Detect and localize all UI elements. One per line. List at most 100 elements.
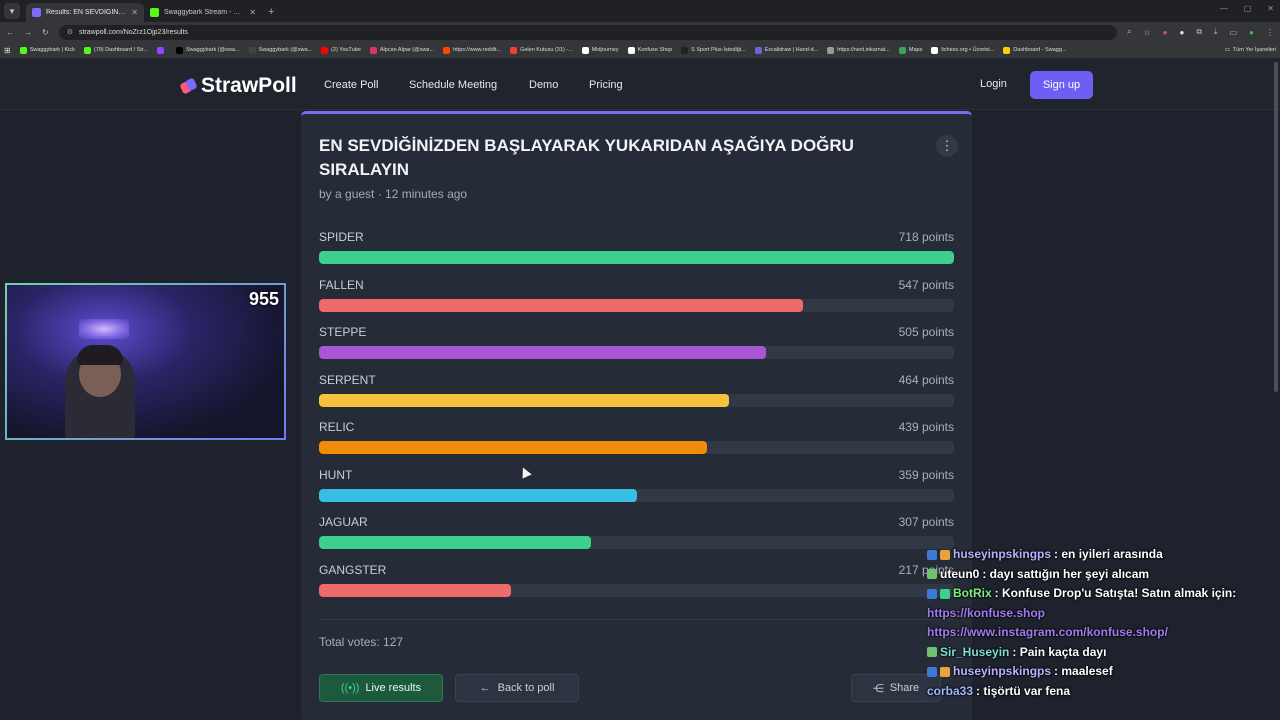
poll-option-bar-fill bbox=[319, 298, 803, 312]
chat-username[interactable]: BotRix bbox=[953, 584, 992, 604]
bookmark-item[interactable] bbox=[156, 46, 167, 54]
poll-option-bar-track bbox=[319, 488, 954, 502]
chat-username[interactable]: corba33 bbox=[927, 682, 973, 702]
nav-pricing[interactable]: Pricing bbox=[589, 79, 623, 91]
strawpoll-favicon-icon bbox=[32, 8, 41, 17]
close-window-icon[interactable]: ✕ bbox=[1267, 4, 1274, 13]
profile-avatar-icon[interactable]: ● bbox=[1249, 28, 1254, 37]
bookmark-item[interactable]: https://next.inkarnat... bbox=[827, 46, 890, 54]
chat-username[interactable]: uteun0 bbox=[940, 565, 979, 585]
logo-text: StrawPoll bbox=[201, 74, 297, 97]
strawpoll-logo[interactable]: StrawPoll bbox=[180, 74, 297, 98]
bookmark-item[interactable]: Swaggybark (@swa... bbox=[248, 46, 313, 54]
bookmark-item[interactable]: (2) YouTube bbox=[321, 46, 361, 54]
bookmark-item[interactable]: Konfuse Shop bbox=[627, 46, 673, 54]
chat-username[interactable]: huseyinpskingps bbox=[953, 662, 1051, 682]
chat-text: : maalesef bbox=[1054, 664, 1113, 678]
share-label: Share bbox=[889, 682, 920, 694]
reload-icon[interactable]: ↻ bbox=[42, 28, 49, 37]
chat-link[interactable]: https://konfuse.shop bbox=[927, 604, 1272, 624]
new-tab-button[interactable]: + bbox=[268, 6, 274, 18]
divider bbox=[319, 619, 954, 620]
maximize-icon[interactable]: ▢ bbox=[1244, 4, 1252, 13]
chat-username[interactable]: Sir_Huseyin bbox=[940, 643, 1009, 663]
chat-message: uteun0 : dayı sattığın her şeyi alıcam bbox=[927, 565, 1272, 585]
bookmark-item[interactable]: Excalidraw | Hand-d... bbox=[754, 46, 819, 54]
tab-search-button[interactable]: ▾ bbox=[4, 3, 20, 19]
minimize-icon[interactable]: — bbox=[1220, 4, 1228, 13]
poll-option-points: 505 points bbox=[898, 325, 954, 339]
nav-schedule-meeting[interactable]: Schedule Meeting bbox=[409, 79, 497, 91]
zoom-icon[interactable]: ⌕ bbox=[1127, 27, 1131, 37]
poll-option-points: 359 points bbox=[898, 467, 954, 482]
tab-title: Results: EN SEVDIĞINIZDEN BAŞ bbox=[46, 9, 126, 16]
extensions-puzzle-icon[interactable]: ⧉ bbox=[1196, 27, 1202, 37]
chat-username[interactable]: huseyinpskingps bbox=[953, 545, 1051, 565]
streamer-webcam: 955 bbox=[5, 283, 286, 440]
bookmark-item[interactable]: (79) Dashboard / Str... bbox=[83, 46, 148, 54]
all-bookmarks-folder[interactable]: ▭ Tüm Yer İşaretleri bbox=[1225, 47, 1276, 53]
stream-chat-overlay: huseyinpskingps : en iyileri arasında ute… bbox=[927, 545, 1272, 701]
bookmark-label: Excalidraw | Hand-d... bbox=[764, 47, 819, 53]
bookmark-label: Swaggybark (@swa... bbox=[258, 47, 313, 53]
chat-message: huseyinpskingps : en iyileri arasında bbox=[927, 545, 1272, 565]
bookmark-label: Swaggybark | Kick bbox=[29, 47, 75, 53]
back-to-poll-button[interactable]: ← Back to poll bbox=[455, 674, 579, 702]
webcam-background bbox=[7, 285, 284, 438]
more-options-icon[interactable]: ⋮ bbox=[936, 135, 958, 157]
browser-menu-icon[interactable]: ⋮ bbox=[1266, 28, 1274, 37]
bookmark-label: Dashboard - Swagg... bbox=[1013, 47, 1067, 53]
poll-option-name: STEPPE bbox=[319, 325, 367, 339]
chat-link[interactable]: https://www.instagram.com/konfuse.shop/ bbox=[927, 623, 1272, 643]
site-info-icon[interactable]: ⚙ bbox=[67, 28, 73, 36]
login-link[interactable]: Login bbox=[980, 78, 1007, 90]
poll-option-bar-track bbox=[319, 583, 954, 597]
poll-option-bar-fill bbox=[319, 346, 766, 359]
sidebar-icon[interactable]: ▭ bbox=[1230, 28, 1238, 37]
bookmark-item[interactable]: Alpcan Alpar (@swa... bbox=[369, 46, 435, 54]
close-tab-icon[interactable]: ✕ bbox=[249, 8, 256, 17]
close-tab-icon[interactable]: ✕ bbox=[131, 8, 138, 17]
page-scrollbar[interactable] bbox=[1274, 62, 1278, 392]
forward-arrow-icon[interactable]: → bbox=[24, 28, 32, 37]
chat-badge-icon bbox=[927, 588, 937, 599]
chat-badge-icon bbox=[940, 588, 950, 599]
bookmark-favicon-icon bbox=[510, 46, 518, 54]
bookmark-item[interactable]: Swaggybark | Kick bbox=[19, 46, 75, 54]
window-controls: — ▢ ✕ bbox=[1220, 4, 1274, 13]
folder-icon: ▭ bbox=[1224, 47, 1230, 53]
download-icon[interactable]: ⤓ bbox=[1214, 27, 1218, 37]
poll-option-points: 718 points bbox=[898, 230, 954, 244]
back-to-poll-label: Back to poll bbox=[497, 682, 555, 694]
bookmark-item[interactable]: Dashboard - Swagg... bbox=[1003, 46, 1067, 54]
extension-icon[interactable]: ● bbox=[1163, 28, 1168, 37]
chat-text: : Pain kaçta dayı bbox=[1012, 644, 1107, 659]
address-bar[interactable]: ⚙ strawpoll.com/NoZrz1Ojp23/results bbox=[58, 24, 1117, 40]
poll-option-header: STEPPE 505 points bbox=[319, 325, 954, 341]
back-arrow-icon[interactable]: ← bbox=[6, 28, 14, 37]
bookmark-item[interactable]: lichess.org • Ücretsi... bbox=[931, 46, 994, 54]
poll-option-name: HUNT bbox=[319, 467, 353, 482]
poll-option-name: SPIDER bbox=[319, 230, 364, 244]
bookmark-item[interactable]: Swaggybark (@swa... bbox=[175, 46, 240, 54]
browser-tab-stream[interactable]: Swaggybark Stream - Watch Li... ✕ bbox=[144, 3, 262, 22]
apps-grid-icon[interactable]: ⊞ bbox=[4, 46, 11, 55]
bookmark-item[interactable]: Gelen Kutusu (31) -... bbox=[510, 46, 573, 54]
chat-message: BotRix : Konfuse Drop'u Satışta! Satın a… bbox=[927, 584, 1272, 604]
poll-option-header: GANGSTER 217 points bbox=[319, 563, 954, 579]
bookmark-label: Konfuse Shop bbox=[637, 47, 673, 53]
signup-button[interactable]: Sign up bbox=[1030, 71, 1093, 99]
bookmark-star-icon[interactable]: ☆ bbox=[1143, 28, 1150, 37]
bookmark-item[interactable]: Midjourney bbox=[581, 46, 619, 54]
live-results-button[interactable]: ((•)) Live results bbox=[319, 674, 443, 702]
chat-badge-icon bbox=[927, 647, 937, 658]
bookmark-label: Alpcan Alpar (@swa... bbox=[379, 47, 435, 53]
bookmark-favicon-icon bbox=[1003, 46, 1011, 54]
extension-icon[interactable]: ● bbox=[1179, 28, 1184, 37]
nav-create-poll[interactable]: Create Poll bbox=[324, 79, 378, 91]
browser-tab-results[interactable]: Results: EN SEVDIĞINIZDEN BAŞ ✕ bbox=[26, 3, 144, 22]
bookmark-item[interactable]: https://www.reddit... bbox=[443, 46, 501, 54]
bookmark-item[interactable]: Maps bbox=[898, 46, 922, 54]
bookmark-item[interactable]: S Sport Plus-İstediği... bbox=[681, 46, 746, 54]
nav-demo[interactable]: Demo bbox=[529, 79, 558, 91]
